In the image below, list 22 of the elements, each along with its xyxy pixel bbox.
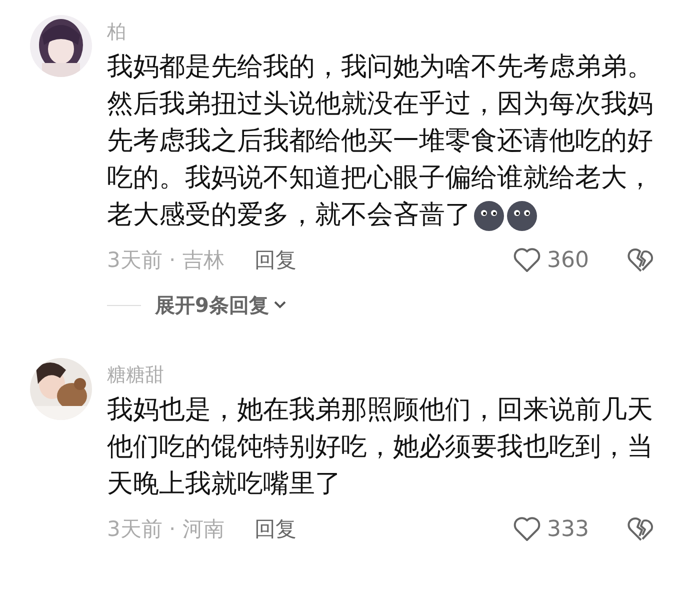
time-location: 3天前 · 吉林 bbox=[107, 247, 224, 274]
emoji-icon bbox=[474, 200, 504, 230]
comment-text: 先考虑我之后我都给他买一堆零食还请他吃的好 bbox=[107, 125, 653, 158]
comment-text: 然后我弟扭过头说他就没在乎过，因为每次我妈 bbox=[107, 88, 653, 121]
like-count: 333 bbox=[547, 516, 590, 542]
reply-link[interactable]: 回复 bbox=[254, 246, 296, 274]
broken-heart-icon[interactable] bbox=[627, 516, 655, 542]
comment-text: 我妈也是，她在我弟那照顾他们，回来说前几天 bbox=[107, 394, 653, 427]
like-count: 360 bbox=[547, 248, 590, 272]
comment-text: 我妈都是先给我的，我问她为啥不先考虑弟弟。 bbox=[107, 51, 653, 84]
comment-text: 吃的。我妈说不知道把心眼子偏给谁就给老大， bbox=[107, 162, 653, 195]
expand-replies-link[interactable]: 展开9条回复 bbox=[155, 292, 269, 318]
comment-text: 老大感受的爱多，就不会吝啬了 bbox=[107, 199, 471, 232]
time-location: 3天前 · 河南 bbox=[107, 516, 224, 543]
heart-icon[interactable] bbox=[513, 516, 541, 542]
reply-link[interactable]: 回复 bbox=[254, 515, 296, 543]
heart-icon[interactable] bbox=[513, 247, 541, 273]
emoji-icon bbox=[507, 200, 537, 230]
comment-text: 天晚上我就吃嘴里了 bbox=[107, 468, 341, 501]
comment-text: 他们吃的馄饨特别好吃，她必须要我也吃到，当 bbox=[107, 431, 653, 464]
chevron-down-icon[interactable] bbox=[272, 300, 287, 310]
broken-heart-icon[interactable] bbox=[627, 247, 655, 273]
